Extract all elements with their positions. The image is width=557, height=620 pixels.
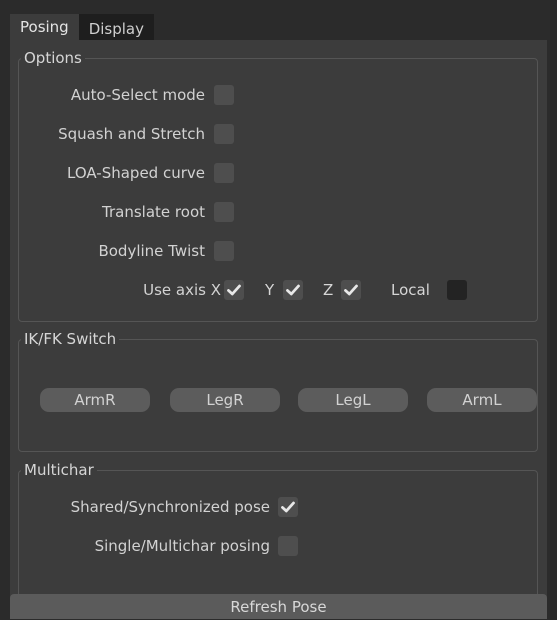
loa-curve-checkbox[interactable] xyxy=(214,163,234,183)
ikfk-group-title: IK/FK Switch xyxy=(24,330,117,348)
multichar-group-title: Multichar xyxy=(24,461,94,479)
checkmark-icon xyxy=(281,501,295,513)
option-row-squash-stretch: Squash and Stretch xyxy=(19,122,205,146)
multichar-group: Multichar Shared/Synchronized pose Singl… xyxy=(18,461,538,606)
tab-posing[interactable]: Posing xyxy=(10,14,79,40)
checkmark-icon xyxy=(286,284,300,296)
shared-pose-label: Shared/Synchronized pose xyxy=(70,498,270,516)
translate-root-checkbox[interactable] xyxy=(214,202,234,222)
shared-pose-row: Shared/Synchronized pose xyxy=(19,495,270,519)
bodyline-twist-checkbox[interactable] xyxy=(214,241,234,261)
axis-z-checkbox[interactable] xyxy=(341,280,361,300)
multichar-posing-label: Single/Multichar posing xyxy=(94,537,270,555)
bodyline-twist-label: Bodyline Twist xyxy=(98,242,205,260)
option-row-translate-root: Translate root xyxy=(19,200,205,224)
axis-x-checkbox[interactable] xyxy=(224,280,244,300)
use-axis-row: Use axis X xyxy=(19,278,221,302)
leg-r-button[interactable]: LegR xyxy=(170,388,280,412)
axis-y-checkbox[interactable] xyxy=(283,280,303,300)
option-row-auto-select: Auto-Select mode xyxy=(19,83,205,107)
options-group-title: Options xyxy=(24,49,82,67)
translate-root-label: Translate root xyxy=(102,203,205,221)
arm-l-button[interactable]: ArmL xyxy=(427,388,537,412)
axis-y-label: Y xyxy=(265,281,275,299)
multichar-posing-row: Single/Multichar posing xyxy=(19,534,270,558)
use-axis-x-label: Use axis X xyxy=(143,281,221,299)
axis-z-label: Z xyxy=(323,281,334,299)
checkmark-icon xyxy=(227,284,241,296)
option-row-bodyline-twist: Bodyline Twist xyxy=(19,239,205,263)
option-row-loa-curve: LOA-Shaped curve xyxy=(19,161,205,185)
posing-panel: Options Auto-Select mode Squash and Stre… xyxy=(10,40,547,619)
local-checkbox[interactable] xyxy=(447,280,467,300)
ikfk-switch-group: IK/FK Switch ArmR LegR LegL ArmL xyxy=(18,330,538,452)
squash-stretch-checkbox[interactable] xyxy=(214,124,234,144)
shared-pose-checkbox[interactable] xyxy=(278,497,298,517)
tab-display[interactable]: Display xyxy=(78,14,154,40)
tab-bar: Posing Display xyxy=(10,14,154,40)
loa-curve-label: LOA-Shaped curve xyxy=(67,164,205,182)
refresh-pose-button[interactable]: Refresh Pose xyxy=(10,594,547,619)
multichar-posing-checkbox[interactable] xyxy=(278,536,298,556)
squash-stretch-label: Squash and Stretch xyxy=(58,125,205,143)
leg-l-button[interactable]: LegL xyxy=(298,388,408,412)
arm-r-button[interactable]: ArmR xyxy=(40,388,150,412)
checkmark-icon xyxy=(344,284,358,296)
auto-select-label: Auto-Select mode xyxy=(70,86,205,104)
options-group: Options Auto-Select mode Squash and Stre… xyxy=(18,49,538,322)
local-label: Local xyxy=(391,281,430,299)
auto-select-checkbox[interactable] xyxy=(214,85,234,105)
